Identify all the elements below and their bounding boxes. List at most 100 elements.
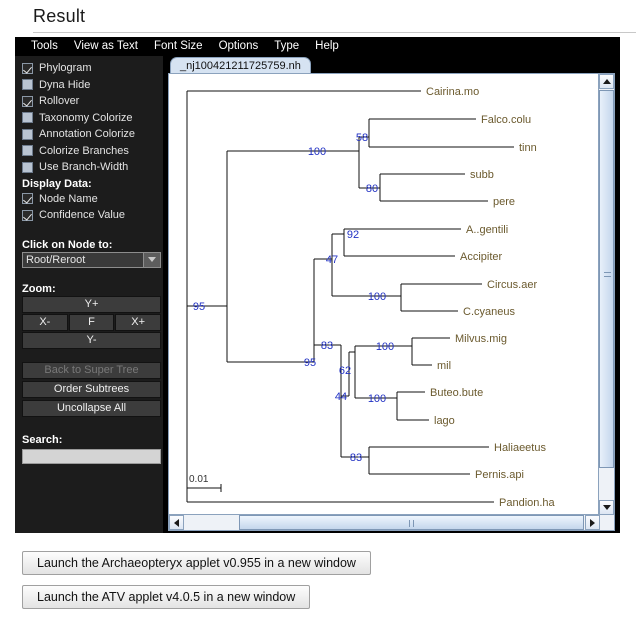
scroll-down-button[interactable] — [599, 500, 614, 515]
scroll-left-button[interactable] — [169, 515, 184, 530]
option-use-branch-width-label: Use Branch-Width — [39, 161, 129, 174]
chevron-down-icon[interactable] — [144, 251, 161, 268]
leaf-label[interactable]: Milvus.mig — [455, 333, 507, 345]
header-divider — [33, 32, 636, 33]
tree-vertical-scroll-thumb[interactable] — [599, 90, 614, 468]
zoom-x-minus-button[interactable]: X- — [22, 313, 68, 331]
checkbox-node-name[interactable] — [22, 193, 33, 205]
leaf-label[interactable]: pere — [493, 196, 515, 208]
option-phylogram[interactable]: Phylogram — [22, 60, 157, 77]
option-rollover-label: Rollover — [39, 95, 80, 108]
zoom-heading: Zoom: — [22, 282, 56, 295]
option-node-name-label: Node Name — [39, 192, 98, 205]
leaf-label[interactable]: lago — [434, 415, 455, 427]
leaf-label[interactable]: Haliaeetus — [494, 442, 546, 454]
checkbox-taxonomy-colorize[interactable] — [22, 112, 33, 124]
search-heading: Search: — [22, 433, 63, 446]
scroll-right-button[interactable] — [585, 515, 600, 530]
search-input[interactable] — [22, 449, 161, 464]
uncollapse-all-button[interactable]: Uncollapse All — [22, 399, 161, 417]
zoom-y-minus-button[interactable]: Y- — [22, 331, 161, 349]
confidence-value: 44 — [335, 391, 347, 403]
confidence-value: 80 — [366, 183, 378, 195]
launch-atv-button[interactable]: Launch the ATV applet v4.0.5 in a new wi… — [22, 585, 311, 609]
node-action-dropdown[interactable]: Root/Reroot — [22, 251, 161, 268]
confidence-value: 100 — [368, 291, 386, 303]
click-on-node-heading: Click on Node to: — [22, 238, 113, 251]
leaf-label[interactable]: Cairina.mo — [426, 86, 479, 98]
zoom-fit-button[interactable]: F — [68, 313, 115, 331]
option-annotation-colorize[interactable]: Annotation Colorize — [22, 126, 157, 143]
menu-bar: Tools View as Text Font Size Options Typ… — [15, 37, 620, 56]
option-taxonomy-colorize[interactable]: Taxonomy Colorize — [22, 110, 157, 127]
menu-options[interactable]: Options — [211, 39, 267, 54]
option-dyna-hide[interactable]: Dyna Hide — [22, 77, 157, 94]
leaf-label[interactable]: Circus.aer — [487, 279, 537, 291]
option-confidence-value[interactable]: Confidence Value — [22, 207, 157, 224]
option-use-branch-width[interactable]: Use Branch-Width — [22, 159, 157, 176]
confidence-value: 92 — [347, 229, 359, 241]
page-title: Result — [33, 6, 86, 26]
zoom-x-plus-button[interactable]: X+ — [115, 313, 162, 331]
archaeopteryx-applet: Tools View as Text Font Size Options Typ… — [15, 37, 620, 533]
leaf-label[interactable]: mil — [437, 360, 451, 372]
scroll-thumb-grip — [409, 520, 414, 527]
scroll-thumb-grip — [604, 272, 611, 277]
launch-archaeopteryx-button[interactable]: Launch the Archaeopteryx applet v0.955 i… — [22, 551, 371, 575]
menu-font-size[interactable]: Font Size — [146, 39, 211, 54]
option-rollover[interactable]: Rollover — [22, 93, 157, 110]
confidence-value: 58 — [356, 132, 368, 144]
checkbox-annotation-colorize[interactable] — [22, 128, 33, 140]
checkbox-dyna-hide[interactable] — [22, 79, 33, 91]
checkbox-use-branch-width[interactable] — [22, 161, 33, 173]
option-node-name[interactable]: Node Name — [22, 191, 157, 208]
leaf-label[interactable]: Buteo.bute — [430, 387, 483, 399]
display-data-heading: Display Data: — [22, 177, 92, 190]
checkbox-rollover[interactable] — [22, 95, 33, 107]
confidence-value: 83 — [350, 452, 362, 464]
confidence-value: 62 — [339, 365, 351, 377]
leaf-label[interactable]: Pandion.ha — [499, 497, 556, 509]
tree-vertical-scrollbar[interactable] — [598, 74, 614, 515]
tree-panel: _nj100421211725759.nh Cairina.mo Falco.c… — [163, 56, 620, 533]
option-colorize-branches-label: Colorize Branches — [39, 144, 129, 157]
confidence-value: 100 — [368, 393, 386, 405]
leaf-label[interactable]: A..gentili — [466, 224, 508, 236]
confidence-value: 100 — [376, 341, 394, 353]
option-colorize-branches[interactable]: Colorize Branches — [22, 143, 157, 160]
tree-horizontal-scroll-thumb[interactable] — [239, 515, 584, 530]
menu-help[interactable]: Help — [307, 39, 347, 54]
confidence-value: 47 — [326, 254, 338, 266]
applet-body: Phylogram Dyna Hide Rollover Taxonomy Co… — [15, 56, 620, 533]
control-panel: Phylogram Dyna Hide Rollover Taxonomy Co… — [15, 56, 163, 533]
tab-tree-file[interactable]: _nj100421211725759.nh — [170, 57, 311, 73]
menu-type[interactable]: Type — [266, 39, 307, 54]
order-subtrees-button[interactable]: Order Subtrees — [22, 380, 161, 398]
tree-view[interactable]: Cairina.mo Falco.colu tinn subb pere A..… — [168, 73, 615, 531]
phylogenetic-tree-svg[interactable]: Cairina.mo Falco.colu tinn subb pere A..… — [169, 74, 599, 514]
leaf-label[interactable]: tinn — [519, 142, 537, 154]
leaf-label[interactable]: Accipiter — [460, 251, 503, 263]
checkbox-colorize-branches[interactable] — [22, 145, 33, 157]
scale-bar-label: 0.01 — [189, 474, 209, 485]
leaf-label[interactable]: subb — [470, 169, 494, 181]
leaf-label[interactable]: Pernis.api — [475, 469, 524, 481]
option-phylogram-label: Phylogram — [39, 62, 92, 75]
zoom-y-plus-button[interactable]: Y+ — [22, 295, 161, 313]
tree-horizontal-scrollbar[interactable] — [169, 514, 614, 530]
tree-canvas[interactable]: Cairina.mo Falco.colu tinn subb pere A..… — [169, 74, 599, 514]
option-confidence-value-label: Confidence Value — [39, 209, 126, 222]
menu-view-as-text[interactable]: View as Text — [66, 39, 146, 54]
leaf-label[interactable]: C.cyaneus — [463, 306, 515, 318]
checkbox-confidence-value[interactable] — [22, 209, 33, 221]
menu-tools[interactable]: Tools — [23, 39, 66, 54]
tab-strip: _nj100421211725759.nh — [163, 56, 620, 73]
confidence-value: 100 — [308, 146, 326, 158]
confidence-value: 83 — [321, 340, 333, 352]
scroll-up-button[interactable] — [599, 74, 614, 89]
checkbox-phylogram[interactable] — [22, 62, 33, 74]
back-to-super-tree-button[interactable]: Back to Super Tree — [22, 361, 161, 379]
leaf-label[interactable]: Falco.colu — [481, 114, 531, 126]
